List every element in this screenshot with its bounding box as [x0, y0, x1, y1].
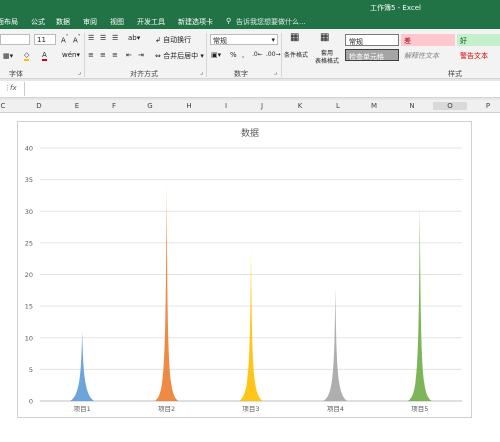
increase-decimal-icon[interactable]: .0←: [252, 51, 263, 58]
ribbon: 11 A˄ A˅ ▦▾ ◇ A wén▾ 字体 ⌟ ☰ ☰ ☰ ab▾ ↲ 自动…: [0, 29, 500, 79]
formula-input[interactable]: [24, 82, 500, 96]
decrease-font-icon[interactable]: A˅: [73, 35, 81, 44]
column-header[interactable]: K: [290, 102, 310, 110]
column-header[interactable]: N: [402, 102, 422, 110]
merge-center-button[interactable]: ⇔ 合并后居中 ▾: [155, 51, 204, 61]
number-format-dropdown[interactable]: 常规 ▾: [210, 34, 278, 45]
alignment-dialog-icon[interactable]: ⌟: [200, 69, 203, 76]
comma-style-icon[interactable]: ,: [242, 51, 244, 59]
font-size-value: 11: [37, 36, 46, 44]
column-header[interactable]: J: [252, 102, 272, 110]
column-header[interactable]: G: [140, 102, 160, 110]
style-good[interactable]: 好: [457, 34, 500, 46]
column-header[interactable]: P: [478, 102, 498, 110]
style-bad[interactable]: 差: [401, 34, 455, 46]
lightbulb-icon: ⚲: [226, 17, 232, 25]
percent-button[interactable]: %: [230, 51, 237, 59]
chart-title[interactable]: 数据: [0, 126, 500, 139]
divider: [281, 33, 282, 77]
align-bottom-icon[interactable]: ☰: [112, 34, 118, 42]
tab-custom[interactable]: 新建选项卡: [178, 17, 213, 27]
tab-data[interactable]: 数据: [56, 17, 70, 27]
align-middle-icon[interactable]: ☰: [100, 34, 106, 42]
font-dialog-icon[interactable]: ⌟: [78, 69, 81, 76]
column-header[interactable]: L: [328, 102, 348, 110]
column-header[interactable]: E: [67, 102, 87, 110]
chart-area[interactable]: [17, 121, 472, 418]
wrap-text-button[interactable]: ↲ 自动换行: [155, 35, 191, 45]
style-warning[interactable]: 警告文本: [457, 49, 500, 61]
decrease-decimal-icon[interactable]: .00→: [266, 51, 281, 58]
tab-developer[interactable]: 开发工具: [137, 17, 165, 27]
column-header[interactable]: I: [216, 102, 236, 110]
tab-formulas[interactable]: 公式: [31, 17, 45, 27]
align-top-icon[interactable]: ☰: [88, 34, 94, 42]
style-explanatory-label: 解释性文本: [404, 52, 439, 60]
conditional-format-icon: ▦: [290, 32, 300, 43]
fill-color-icon[interactable]: ◇: [24, 51, 30, 61]
column-headers: C D E F G H I J K L M N O P: [0, 100, 500, 113]
chevron-down-icon: ▾: [271, 36, 275, 44]
column-header[interactable]: C: [0, 102, 13, 110]
conditional-format-button[interactable]: 条件格式: [284, 50, 308, 59]
increase-font-icon[interactable]: A˄: [61, 35, 69, 44]
merge-center-label: 合并后居中: [163, 52, 199, 60]
style-warning-label: 警告文本: [460, 52, 488, 60]
tab-view[interactable]: 视图: [110, 17, 124, 27]
group-label-font: 字体: [9, 70, 23, 78]
column-header[interactable]: M: [364, 102, 384, 110]
style-good-label: 好: [460, 37, 467, 45]
align-center-icon[interactable]: ≡: [100, 51, 106, 59]
decrease-indent-icon[interactable]: ⇤: [126, 51, 132, 59]
window-title: 工作簿5 - Excel: [370, 4, 421, 12]
table-format-icon: ▦: [320, 32, 330, 43]
column-header[interactable]: H: [179, 102, 199, 110]
style-normal-label: 常规: [349, 38, 363, 46]
divider: [206, 33, 207, 77]
number-dialog-icon[interactable]: ⌟: [274, 69, 277, 76]
orientation-icon[interactable]: ab▾: [128, 34, 140, 42]
style-check-cell-label: 检查单元格: [349, 53, 384, 61]
column-header[interactable]: D: [29, 102, 49, 110]
style-bad-label: 差: [404, 37, 411, 45]
wrap-text-label: 自动换行: [163, 36, 192, 44]
formula-bar: ⋮ fx: [0, 81, 500, 98]
ribbon-tabs: 页面布局 公式 数据 审阅 视图 开发工具 新建选项卡 ⚲ 告诉我您想要做什么.…: [0, 14, 500, 29]
increase-indent-icon[interactable]: ⇥: [138, 51, 144, 59]
title-bar: 工作簿5 - Excel: [0, 0, 500, 14]
accounting-format-icon[interactable]: ▣▾: [211, 51, 221, 59]
divider: [84, 33, 85, 77]
column-header[interactable]: F: [104, 102, 124, 110]
group-label-number: 数字: [234, 70, 248, 78]
align-right-icon[interactable]: ≡: [112, 51, 118, 59]
tell-me-input[interactable]: 告诉我您想要做什么...: [236, 17, 306, 27]
font-name-box[interactable]: [0, 34, 30, 45]
style-normal[interactable]: 常规: [345, 34, 399, 46]
font-color-icon[interactable]: A: [42, 51, 47, 61]
table-format-button[interactable]: 套用 表格格式: [312, 50, 342, 66]
fx-label[interactable]: fx: [10, 84, 17, 92]
font-size-box[interactable]: 11: [34, 34, 56, 45]
tab-review[interactable]: 审阅: [83, 17, 97, 27]
column-header[interactable]: O: [433, 102, 467, 110]
number-format-value: 常规: [213, 37, 227, 45]
align-left-icon[interactable]: ≡: [88, 51, 94, 59]
borders-icon[interactable]: ▦▾: [3, 52, 13, 60]
style-explanatory[interactable]: 解释性文本: [401, 49, 455, 61]
tab-page-layout[interactable]: 页面布局: [0, 17, 18, 27]
group-label-alignment: 对齐方式: [130, 70, 158, 78]
wen-icon[interactable]: wén▾: [62, 51, 80, 59]
group-label-styles: 样式: [448, 70, 462, 78]
style-check-cell[interactable]: 检查单元格: [345, 49, 399, 61]
